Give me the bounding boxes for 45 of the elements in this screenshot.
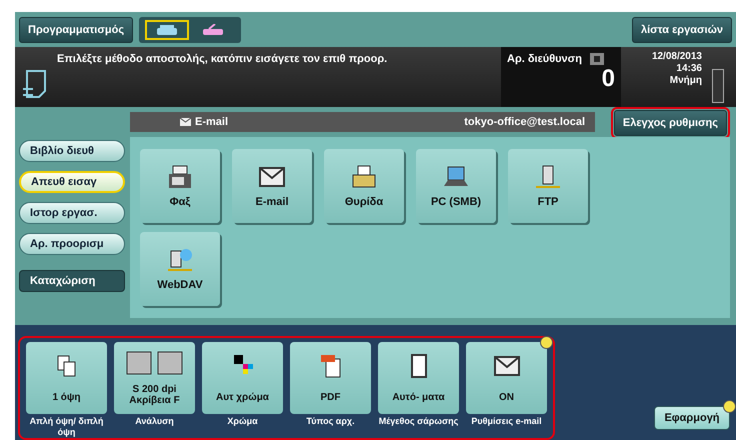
destination-type: E-mail — [195, 116, 228, 128]
setting-caption: Τύπος αρχ. — [305, 415, 356, 428]
setting-tile[interactable]: ON — [466, 342, 547, 414]
setting-tile[interactable]: 1 όψη — [26, 342, 107, 414]
sidebar-tab[interactable]: Απευθ εισαγ — [19, 171, 125, 193]
checker-icon — [124, 350, 184, 376]
address-count: 0 — [602, 65, 615, 93]
job-list-button[interactable]: λίστα εργασιών — [632, 16, 732, 42]
setting-caption: Μέγεθος σάρωσης — [378, 415, 460, 428]
programs-button[interactable]: Προγραμματισμός — [19, 16, 134, 42]
setting-caption: Απλή όψη/ διπλή όψη — [28, 415, 104, 438]
setting-tile[interactable]: PDF — [290, 342, 371, 414]
destination-tile[interactable]: WebDAV — [140, 232, 220, 306]
setting-caption: Ρυθμίσεις e-mail — [470, 415, 543, 428]
date-text: 12/08/2013 — [652, 51, 702, 63]
envelope-icon — [180, 118, 191, 126]
destination-address: tokyo-office@test.local — [464, 116, 585, 128]
address-icon — [590, 53, 604, 65]
check-settings-button[interactable]: Ελεγχος ρυθμισης — [614, 110, 727, 136]
destination-tile[interactable]: E-mail — [232, 149, 312, 223]
setting-caption: Ανάλυση — [134, 415, 175, 428]
memory-meter — [712, 69, 724, 103]
time-text: 14:36 — [676, 63, 702, 75]
memory-label: Μνήμη — [670, 75, 702, 87]
sidebar-tab[interactable]: Αρ. προορισμ — [19, 233, 125, 255]
destination-tile[interactable]: Θυρίδα — [324, 149, 404, 223]
destination-tile[interactable]: FTP — [508, 149, 588, 223]
destination-tile[interactable]: PC (SMB) — [416, 149, 496, 223]
setting-caption: Χρώμα — [226, 415, 259, 428]
setting-tile[interactable]: S 200 dpi Ακρίβεια F — [114, 342, 195, 414]
sidebar-tab[interactable]: Βιβλίο διευθ — [19, 140, 125, 162]
address-count-label: Αρ. διεύθυνση — [507, 53, 582, 65]
phone-icon — [155, 24, 180, 36]
setting-tile[interactable]: Αυτ χρώμα — [202, 342, 283, 414]
server-globe-icon — [165, 247, 195, 273]
handset-icon — [201, 24, 226, 36]
setting-tile[interactable]: Αυτό- ματα — [378, 342, 459, 414]
instruction-text: Επιλέξτε μέθοδο αποστολής, κατόπιν εισάγετε τον επιθ προορ. — [57, 53, 388, 67]
register-button[interactable]: Καταχώριση — [19, 270, 125, 292]
server-icon — [533, 164, 563, 190]
envelope-icon — [257, 164, 287, 190]
apply-button[interactable]: Εφαρμογή — [654, 406, 730, 430]
line-mode-button[interactable] — [145, 20, 190, 40]
destination-tile[interactable]: Φαξ — [140, 149, 220, 223]
sidebar-tab[interactable]: Ιστορ εργασ. — [19, 202, 125, 224]
